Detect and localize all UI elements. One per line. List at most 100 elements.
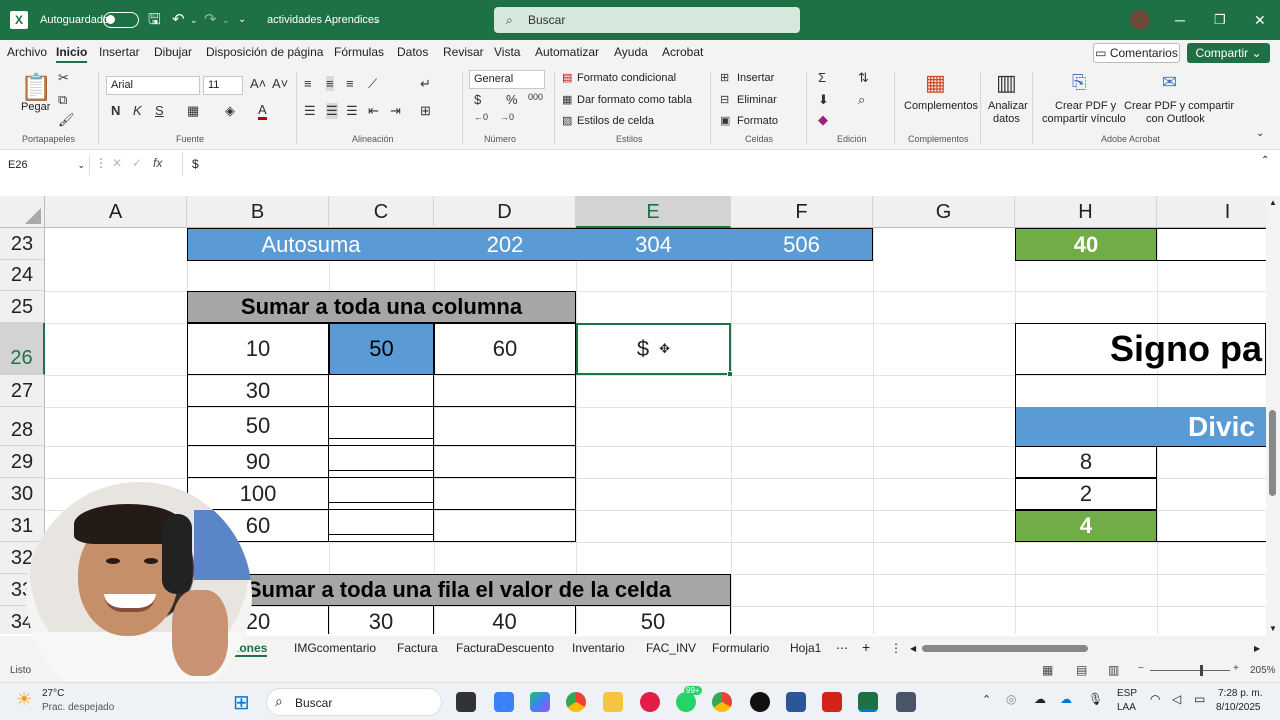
expand-formula-icon[interactable]: ⌃ <box>1261 155 1269 166</box>
taskbar-search[interactable]: ⌕ Buscar <box>266 688 442 716</box>
share-button[interactable]: Compartir ⌄ <box>1187 43 1270 63</box>
tab-options-icon[interactable]: ⋮ <box>890 641 902 655</box>
format-cells-icon[interactable]: ▣ <box>720 114 730 127</box>
zoom-level[interactable]: 205% <box>1250 665 1276 676</box>
menu-item-revisar[interactable]: Revisar <box>443 45 484 59</box>
sheet-tab-facturadescuento[interactable]: FacturaDescuento <box>456 641 554 655</box>
row-header-26[interactable]: 26 <box>0 323 45 375</box>
redo-dropdown-icon[interactable]: ⌄ <box>222 0 230 40</box>
column-header-i[interactable]: I <box>1157 196 1266 228</box>
minimize-icon[interactable]: ─ <box>1175 0 1185 40</box>
cell-d26[interactable]: 60 <box>434 323 576 375</box>
file-name[interactable]: actividades Aprendices <box>267 0 380 40</box>
language-bottom[interactable]: LAA <box>1117 702 1136 713</box>
microphone-icon[interactable]: 🎙 <box>1088 692 1103 706</box>
task-view-icon[interactable] <box>456 692 476 712</box>
cell-c34[interactable]: 30 <box>329 606 434 634</box>
merge-center-icon[interactable]: ⊞ <box>420 103 431 119</box>
screen-tool-icon[interactable] <box>896 692 916 712</box>
weather-temp[interactable]: 27°C <box>42 688 64 699</box>
analyze-data-label-2[interactable]: datos <box>993 113 1020 125</box>
row-header-24[interactable]: 24 <box>0 260 45 291</box>
vertical-scrollbar[interactable]: ▲ ▼ <box>1266 196 1280 636</box>
currency-icon[interactable]: $ <box>474 92 481 107</box>
menu-item-dibujar[interactable]: Dibujar <box>154 45 192 59</box>
fill-handle[interactable] <box>727 371 733 377</box>
cell-b29[interactable]: 90 <box>187 446 329 478</box>
sheet-tab-formulario[interactable]: Formulario <box>712 641 769 655</box>
file-name-chevron-icon[interactable]: ⌄ <box>372 0 380 40</box>
bold-icon[interactable]: N <box>111 103 120 118</box>
column-header-d[interactable]: D <box>434 196 576 228</box>
cell-e23[interactable]: 304 <box>576 228 731 261</box>
font-name-select[interactable]: Arial <box>106 76 200 95</box>
normal-view-icon[interactable]: ▦ <box>1042 663 1053 677</box>
clock-time[interactable]: 7:28 p. m. <box>1218 688 1262 699</box>
cell-h29[interactable]: 8 <box>1015 446 1157 478</box>
column-header-c[interactable]: C <box>329 196 434 228</box>
sheet-tab-hoja1[interactable]: Hoja1 <box>790 641 821 655</box>
decrease-indent-icon[interactable]: ⇤ <box>368 103 379 119</box>
align-right-icon[interactable]: ☰ <box>346 103 358 119</box>
italic-icon[interactable]: K <box>133 103 142 118</box>
add-sheet-icon[interactable]: + <box>862 639 870 655</box>
excel-taskbar-icon[interactable] <box>858 692 878 712</box>
more-options-icon[interactable]: ⋮ <box>95 156 107 170</box>
cells-c27-c31[interactable] <box>329 375 434 542</box>
font-color-icon[interactable]: A <box>258 102 267 120</box>
battery-icon[interactable]: ▭ <box>1194 692 1205 706</box>
pdf-outlook-label-2[interactable]: con Outlook <box>1146 113 1205 125</box>
save-icon[interactable]: 🖫 <box>148 0 161 40</box>
row-header-31[interactable]: 31 <box>0 510 45 542</box>
windows-start-icon[interactable]: ⊞ <box>233 690 250 715</box>
acrobat-icon[interactable] <box>822 692 842 712</box>
decrease-font-icon[interactable]: A˅ <box>272 76 288 91</box>
cell-e26[interactable]: $ ✥ <box>576 323 731 375</box>
fill-icon[interactable]: ⬇ <box>818 92 829 108</box>
media-icon[interactable] <box>750 692 770 712</box>
complements-icon[interactable]: ▦ <box>925 70 946 96</box>
cell-h23[interactable]: 40 <box>1015 228 1157 261</box>
conditional-format-icon[interactable]: ▤ <box>562 71 572 84</box>
underline-icon[interactable]: S <box>155 103 164 118</box>
excel-logo-icon[interactable]: X <box>10 11 28 29</box>
sheet-tab-inventario[interactable]: Inventario <box>572 641 625 655</box>
confirm-entry-icon[interactable]: ✓ <box>132 156 142 170</box>
increase-decimal-icon[interactable]: ←0 <box>474 112 488 122</box>
thousands-icon[interactable]: 000 <box>528 92 543 102</box>
app-icon[interactable] <box>640 692 660 712</box>
column-header-a[interactable]: A <box>45 196 187 228</box>
horizontal-scroll-thumb[interactable] <box>922 645 1088 652</box>
align-left-icon[interactable]: ☰ <box>304 103 316 119</box>
cell-h26[interactable]: Signo pa <box>1015 323 1266 375</box>
clear-icon[interactable]: ◆ <box>818 112 828 128</box>
row-header-23[interactable]: 23 <box>0 228 45 260</box>
undo-icon[interactable]: ↶ <box>172 0 185 40</box>
whatsapp-icon[interactable] <box>676 692 696 712</box>
menu-item-inicio[interactable]: Inicio <box>56 45 88 63</box>
delete-cells-icon[interactable]: ⊟ <box>720 93 729 106</box>
copilot-icon[interactable] <box>530 692 550 712</box>
weather-desc[interactable]: Prac. despejado <box>42 702 114 713</box>
insert-cells-button[interactable]: Insertar <box>737 72 774 84</box>
row-header-29[interactable]: 29 <box>0 446 45 478</box>
store-icon[interactable] <box>494 692 514 712</box>
cells-i29-i31[interactable] <box>1157 446 1266 542</box>
collapse-ribbon-icon[interactable]: ⌄ <box>1256 128 1264 139</box>
analyze-data-icon[interactable]: ▥ <box>996 70 1017 96</box>
zoom-slider-thumb[interactable] <box>1200 665 1203 676</box>
row-header-28[interactable]: 28 <box>0 407 45 446</box>
format-painter-icon[interactable]: 🖌 <box>58 112 75 128</box>
close-icon[interactable]: ✕ <box>1254 0 1266 40</box>
decrease-decimal-icon[interactable]: →0 <box>500 112 514 122</box>
name-box[interactable]: E26 ⌄ <box>4 155 90 175</box>
menu-item-archivo[interactable]: Archivo <box>7 45 47 59</box>
fill-color-icon[interactable]: ◈ <box>225 103 235 119</box>
undo-dropdown-icon[interactable]: ⌄ <box>190 0 198 40</box>
select-all-corner[interactable] <box>0 196 45 228</box>
cell-b26[interactable]: 10 <box>187 323 329 375</box>
search-box[interactable]: ⌕ Buscar <box>494 7 800 33</box>
more-sheets-icon[interactable]: ⋯ <box>836 641 848 655</box>
cell-i23[interactable] <box>1157 228 1266 261</box>
sheet-tab-imgcomentario[interactable]: IMGcomentario <box>294 641 376 655</box>
